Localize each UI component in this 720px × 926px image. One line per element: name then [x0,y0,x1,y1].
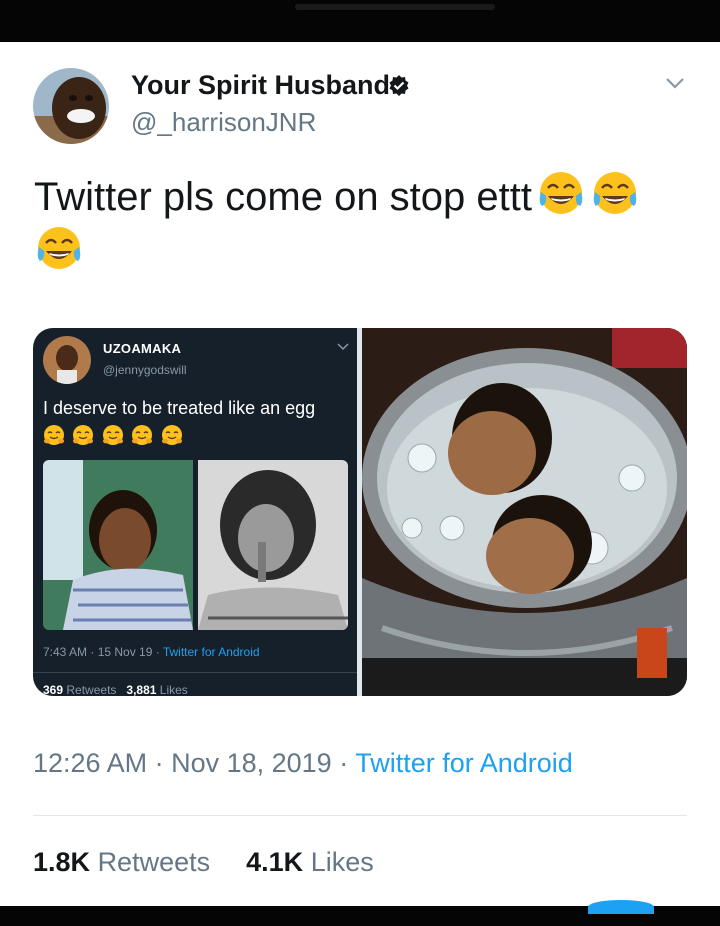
divider [33,815,687,816]
quoted-photo-selfie [43,460,193,630]
tears-of-joy-emoji-icon [539,172,583,214]
retweets-count: 1.8K [33,847,91,877]
hugging-face-emoji-icon [132,425,153,445]
retweets-stat[interactable]: 1.8K Retweets [33,847,210,877]
tweet-media[interactable]: UZOAMAKA @jennygodswill I deserve to be … [33,328,687,696]
quoted-photo-bw [198,460,348,630]
quoted-chevron-icon [337,343,349,351]
avatar[interactable] [33,68,109,144]
quoted-retweets-label: Retweets [66,683,117,696]
quoted-emoji-row [43,424,186,446]
verified-badge-icon [389,75,409,96]
hugging-face-emoji-icon [44,425,64,445]
tweet-source-link[interactable]: Twitter for Android [355,748,573,778]
tweet-stats: 1.8K Retweets 4.1K Likes [33,847,374,878]
hugging-face-emoji-icon [73,425,94,445]
quoted-avatar [43,336,91,384]
tweet-timestamp: 12:26 AM · Nov 18, 2019 · Twitter for An… [33,748,573,778]
tears-of-joy-emoji-icon [593,172,637,214]
quoted-source-link[interactable]: Twitter for Android [163,645,260,659]
quoted-likes-label: Likes [159,683,188,696]
likes-stat[interactable]: 4.1K Likes [246,847,374,877]
likes-label: Likes [310,847,374,877]
hugging-face-emoji-icon [161,425,182,445]
status-bar [0,0,720,42]
quoted-retweets-count: 369 [43,683,64,696]
quoted-display-name: UZOAMAKA [103,341,182,356]
display-name[interactable]: Your Spirit Husband [131,70,390,101]
quoted-divider [33,672,357,673]
tweet-time: 12:26 AM [33,748,148,778]
quoted-likes-count: 3,881 [126,683,157,696]
compose-button-edge[interactable] [588,900,654,914]
quoted-timestamp: 7:43 AM · 15 Nov 19 · Twitter for Androi… [43,645,260,659]
tweet-date: Nov 18, 2019 [171,748,332,778]
likes-count: 4.1K [246,847,304,877]
quoted-tweet-text: I deserve to be treated like an egg [43,398,316,418]
chevron-down-icon[interactable] [664,72,686,94]
retweets-label: Retweets [97,847,211,877]
boiling-pot-image[interactable] [362,328,687,696]
status-bar-notch [295,4,495,10]
tweet-text: Twitter pls come on stop ettt [34,168,684,278]
user-handle[interactable]: @_harrisonJNR [131,107,316,138]
hugging-face-emoji-icon [102,425,123,445]
quoted-time-date: 7:43 AM · 15 Nov 19 · [43,645,163,659]
tears-of-joy-emoji-icon [37,227,81,269]
quoted-tweet-screenshot[interactable]: UZOAMAKA @jennygodswill I deserve to be … [33,328,357,696]
quoted-handle: @jennygodswill [103,363,187,377]
tweet-text-content: Twitter pls come on stop ettt [34,175,532,219]
navigation-bar [0,900,720,926]
quoted-stats: 369 Retweets 3,881 Likes [43,683,188,696]
